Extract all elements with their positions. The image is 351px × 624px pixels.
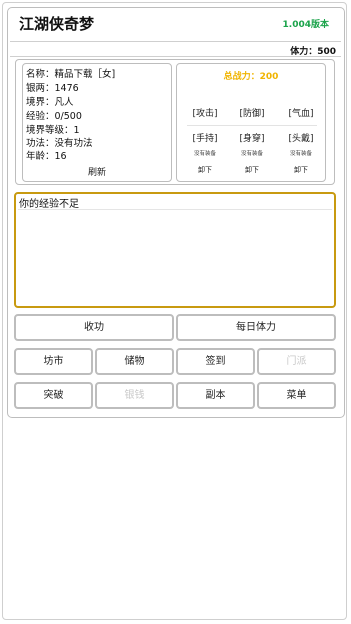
char-technique: 功法：没有功法 xyxy=(26,138,93,149)
stat-hp: [气血] xyxy=(288,109,314,119)
message-text: 你的经验不足 xyxy=(19,199,79,210)
app-title: 江湖侠奇梦 xyxy=(19,15,95,33)
cultivate-button[interactable]: 收功 xyxy=(14,314,174,341)
stat-attack: [攻击] xyxy=(192,109,218,119)
total-power: 总战力：200 xyxy=(223,72,279,82)
divider xyxy=(10,56,341,57)
slot-head-label: [头戴] xyxy=(288,134,314,144)
unequip-body-button[interactable]: 卸下 xyxy=(227,165,277,175)
version-label: 1.004版本 xyxy=(282,20,329,30)
char-age: 年龄：16 xyxy=(26,151,67,162)
slot-body-label: [身穿] xyxy=(239,134,265,144)
sect-button[interactable]: 门派 xyxy=(257,348,336,375)
char-silver: 银两：1476 xyxy=(26,83,79,94)
message-box[interactable]: 你的经验不足 xyxy=(14,192,336,308)
char-realm-level: 境界等级：1 xyxy=(26,125,80,136)
unequip-hand-button[interactable]: 卸下 xyxy=(180,165,230,175)
equipment-panel: 总战力：200 [攻击] [防御] [气血] [手持] [身穿] [头戴] 没有… xyxy=(176,63,326,182)
silver-button[interactable]: 银钱 xyxy=(95,382,174,409)
divider xyxy=(10,41,341,42)
stat-defense: [防御] xyxy=(239,109,265,119)
char-name: 名称：精品下载［女] xyxy=(26,69,116,80)
breakthrough-button[interactable]: 突破 xyxy=(14,382,93,409)
char-realm: 境界：凡人 xyxy=(26,97,74,108)
char-exp: 经验：0/500 xyxy=(26,111,82,122)
menu-button[interactable]: 菜单 xyxy=(257,382,336,409)
refresh-button[interactable]: 刷新 xyxy=(23,165,171,178)
slot-hand-label: [手持] xyxy=(192,134,218,144)
divider xyxy=(18,209,332,210)
slot-hand-value: 没有装备 xyxy=(193,151,216,157)
character-panel: 名称：精品下载［女] 银两：1476 境界：凡人 经验：0/500 境界等级：1… xyxy=(22,63,172,182)
slot-head-value: 没有装备 xyxy=(289,151,312,157)
unequip-head-button[interactable]: 卸下 xyxy=(276,165,326,175)
sign-in-button[interactable]: 签到 xyxy=(176,348,255,375)
storage-button[interactable]: 储物 xyxy=(95,348,174,375)
daily-stamina-button[interactable]: 每日体力 xyxy=(176,314,336,341)
slot-body-value: 没有装备 xyxy=(240,151,263,157)
dungeon-button[interactable]: 副本 xyxy=(176,382,255,409)
market-button[interactable]: 坊市 xyxy=(14,348,93,375)
divider xyxy=(187,125,317,126)
